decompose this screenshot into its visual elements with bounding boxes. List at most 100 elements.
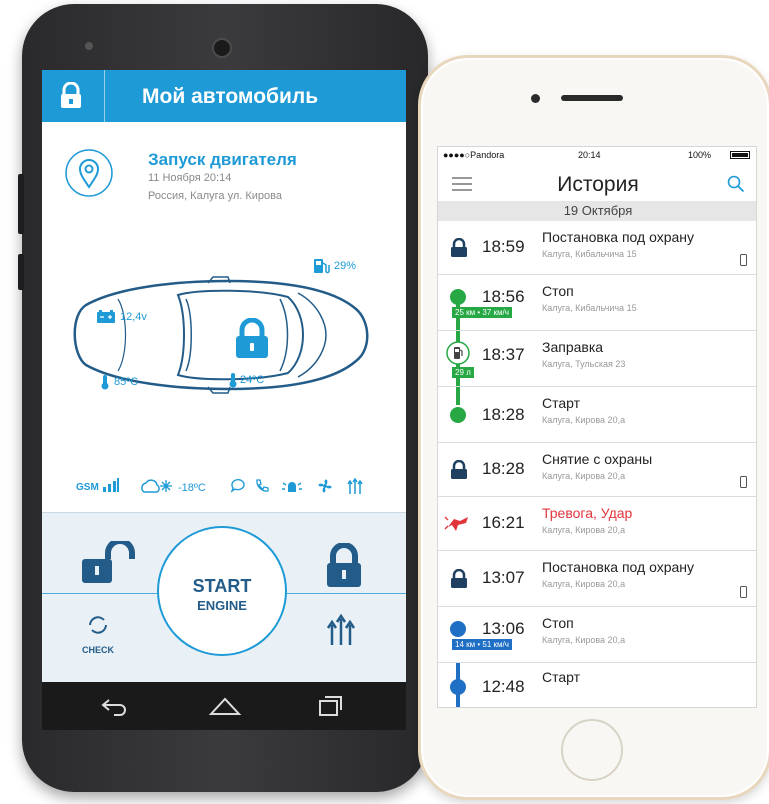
battery-icon: [96, 310, 116, 329]
trip-badge: 25 км • 37 км/ч: [452, 307, 512, 318]
android-nav-bar: [42, 682, 406, 730]
event-time: 18:37: [482, 345, 525, 364]
volume-button: [18, 174, 24, 234]
engine-label: ENGINE: [197, 598, 247, 613]
lock-icon: [450, 237, 468, 263]
outside-temperature: -18ºC: [178, 482, 206, 494]
refresh-icon: [89, 616, 107, 634]
app-header: Мой автомобиль: [42, 70, 406, 122]
thermometer-icon: [100, 374, 110, 395]
phone-icon: [254, 478, 270, 499]
lock-icon: [450, 568, 468, 594]
ios-status-bar: ●●●●○Pandora 20:14 100%: [438, 147, 756, 163]
event-title: Стоп: [542, 615, 574, 631]
front-camera: [531, 94, 540, 103]
android-screen: Мой автомобиль Запуск двигателя 11 Ноябр…: [42, 70, 406, 730]
list-item[interactable]: 16:21 Тревога, Удар Калуга, Кирова 20,а: [438, 497, 756, 551]
phone-device-icon: [740, 475, 747, 493]
event-title: Старт: [542, 669, 581, 685]
alarm-icon: [444, 513, 470, 538]
event-time: 16:21: [482, 513, 525, 532]
fuel-badge: 29 л: [452, 367, 474, 378]
recent-apps-icon[interactable]: [318, 694, 344, 723]
header-divider: [104, 70, 105, 122]
event-address: Калуга, Кирова 20,а: [542, 635, 626, 645]
signal-icon: [102, 477, 120, 498]
event-location: Россия, Калуга ул. Кирова: [148, 190, 282, 202]
status-icons-bar: GSM -18ºC: [42, 476, 406, 500]
event-address: Калуга, Тульская 23: [542, 359, 626, 369]
heater-button[interactable]: [324, 613, 358, 652]
carrier: ●●●●○Pandora: [443, 150, 505, 160]
list-item[interactable]: 18:28 Старт Калуга, Кирова 20,а: [438, 387, 756, 443]
event-time: 12:48: [482, 677, 525, 696]
front-camera: [212, 38, 232, 58]
fan-icon: [316, 477, 334, 500]
list-item[interactable]: 13:06 14 км • 51 км/ч Стоп Калуга, Киров…: [438, 607, 756, 663]
list-item[interactable]: 18:37 29 л Заправка Калуга, Тульская 23: [438, 331, 756, 387]
cabin-temperature: 24ºC: [240, 374, 265, 386]
battery-percent: 100%: [688, 150, 712, 160]
check-label: CHECK: [81, 645, 114, 655]
event-address: Калуга, Кирова 20,а: [542, 415, 626, 425]
back-icon[interactable]: [100, 696, 130, 721]
list-item[interactable]: 13:07 Постановка под охрану Калуга, Киро…: [438, 551, 756, 607]
date-section-header: 19 Октября: [438, 201, 756, 221]
event-time: 18:28: [482, 405, 525, 424]
car-lock-icon: [232, 317, 272, 365]
event-title: Постановка под охрану: [542, 229, 695, 245]
fuel-level: 29%: [334, 260, 357, 272]
list-item[interactable]: 18:59 Постановка под охрану Калуга, Киба…: [438, 221, 756, 275]
page-title: Мой автомобиль: [142, 85, 319, 108]
event-title: Тревога, Удар: [542, 505, 633, 521]
event-time: 13:06: [482, 619, 525, 638]
android-phone: Мой автомобиль Запуск двигателя 11 Ноябр…: [18, 4, 428, 792]
iphone: ●●●●○Pandora 20:14 100% История 19 Октяб…: [418, 55, 769, 800]
history-list: 18:59 Постановка под охрану Калуга, Киба…: [438, 221, 756, 707]
event-time: 18:56: [482, 287, 525, 306]
unlock-button[interactable]: [80, 538, 142, 592]
engine-temperature: 85ºC: [114, 376, 139, 388]
weather-icon: [138, 476, 176, 501]
search-icon[interactable]: [727, 175, 745, 198]
gsm-label: GSM: [76, 482, 99, 493]
lock-button[interactable]: [324, 542, 364, 594]
event-time: 13:07: [482, 568, 525, 587]
event-address: Калуга, Кирова 20,а: [542, 525, 626, 535]
home-button[interactable]: [561, 719, 623, 781]
location-pin-icon: [64, 148, 114, 203]
event-address: Калуга, Кирова 20,а: [542, 579, 626, 589]
event-title: Снятие с охраны: [542, 451, 653, 467]
event-date: 11 Ноября 20:14: [148, 172, 232, 184]
start-dot-icon: [450, 679, 466, 695]
siren-icon: [280, 478, 304, 499]
menu-icon[interactable]: [452, 177, 472, 196]
list-item[interactable]: 18:56 25 км • 37 км/ч Стоп Калуга, Кибал…: [438, 275, 756, 331]
iphone-screen: ●●●●○Pandora 20:14 100% История 19 Октяб…: [437, 146, 757, 708]
stop-dot-icon: [450, 289, 466, 305]
trip-badge: 14 км • 51 км/ч: [452, 639, 512, 650]
event-address: Калуга, Кирова 20,а: [542, 471, 626, 481]
event-title: Заправка: [542, 339, 604, 355]
power-button: [18, 254, 24, 290]
start-label: START: [192, 576, 252, 596]
page-title: История: [557, 173, 639, 196]
earpiece-speaker: [561, 95, 623, 101]
event-time: 18:28: [482, 459, 525, 478]
home-icon[interactable]: [208, 696, 242, 721]
list-item[interactable]: 12:48 Старт: [438, 663, 756, 707]
check-button[interactable]: CHECK: [76, 613, 120, 659]
event-title[interactable]: Запуск двигателя: [148, 150, 297, 170]
lock-icon[interactable]: [58, 81, 84, 115]
front-sensor: [85, 42, 93, 50]
fuel-icon: [446, 341, 470, 370]
thermometer-icon: [228, 372, 238, 393]
start-engine-button[interactable]: START ENGINE: [157, 526, 287, 656]
list-item[interactable]: 18:28 Снятие с охраны Калуга, Кирова 20,…: [438, 443, 756, 497]
battery-icon: [730, 151, 750, 159]
unlock-icon: [450, 459, 468, 485]
battery-voltage: 12,4v: [120, 311, 147, 323]
phone-device-icon: [740, 253, 747, 271]
stop-dot-icon: [450, 621, 466, 637]
clock: 20:14: [578, 150, 601, 160]
